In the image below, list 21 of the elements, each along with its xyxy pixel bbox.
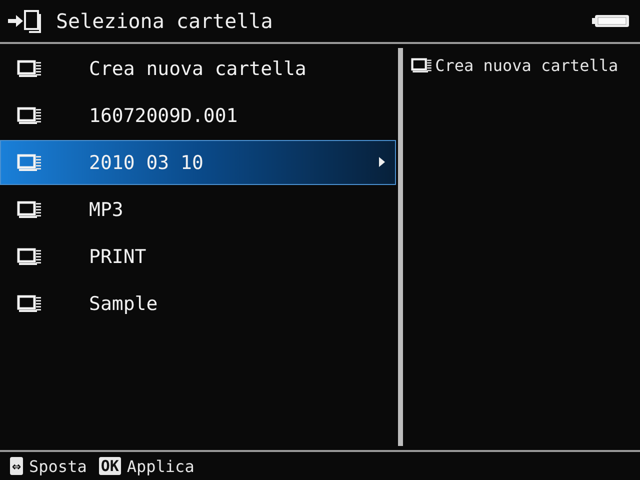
folder-row[interactable]: Crea nuova cartella bbox=[0, 46, 396, 91]
battery-icon bbox=[592, 14, 630, 28]
folder-icon bbox=[17, 200, 43, 218]
folder-icon bbox=[17, 154, 43, 172]
arrow-right-icon bbox=[379, 157, 385, 167]
screen-title: Seleziona cartella bbox=[56, 9, 274, 33]
folder-row[interactable]: 16072009D.001 bbox=[0, 93, 396, 138]
folder-row[interactable]: PRINT bbox=[0, 234, 396, 279]
preview-item: Crea nuova cartella bbox=[435, 56, 618, 75]
folder-row[interactable]: 2010 03 10 bbox=[0, 140, 396, 185]
folder-row[interactable]: MP3 bbox=[0, 187, 396, 232]
hint-label: Applica bbox=[126, 456, 194, 476]
folder-icon bbox=[17, 60, 43, 78]
folder-row[interactable]: Sample bbox=[0, 281, 396, 326]
key-badge: OK bbox=[98, 457, 121, 475]
hint-label: Sposta bbox=[29, 456, 87, 476]
key-badge: ⇔ bbox=[10, 457, 24, 475]
folder-icon bbox=[17, 106, 43, 124]
folder-icon bbox=[411, 58, 434, 74]
folder-icon bbox=[17, 294, 43, 312]
folder-icon bbox=[17, 248, 43, 266]
